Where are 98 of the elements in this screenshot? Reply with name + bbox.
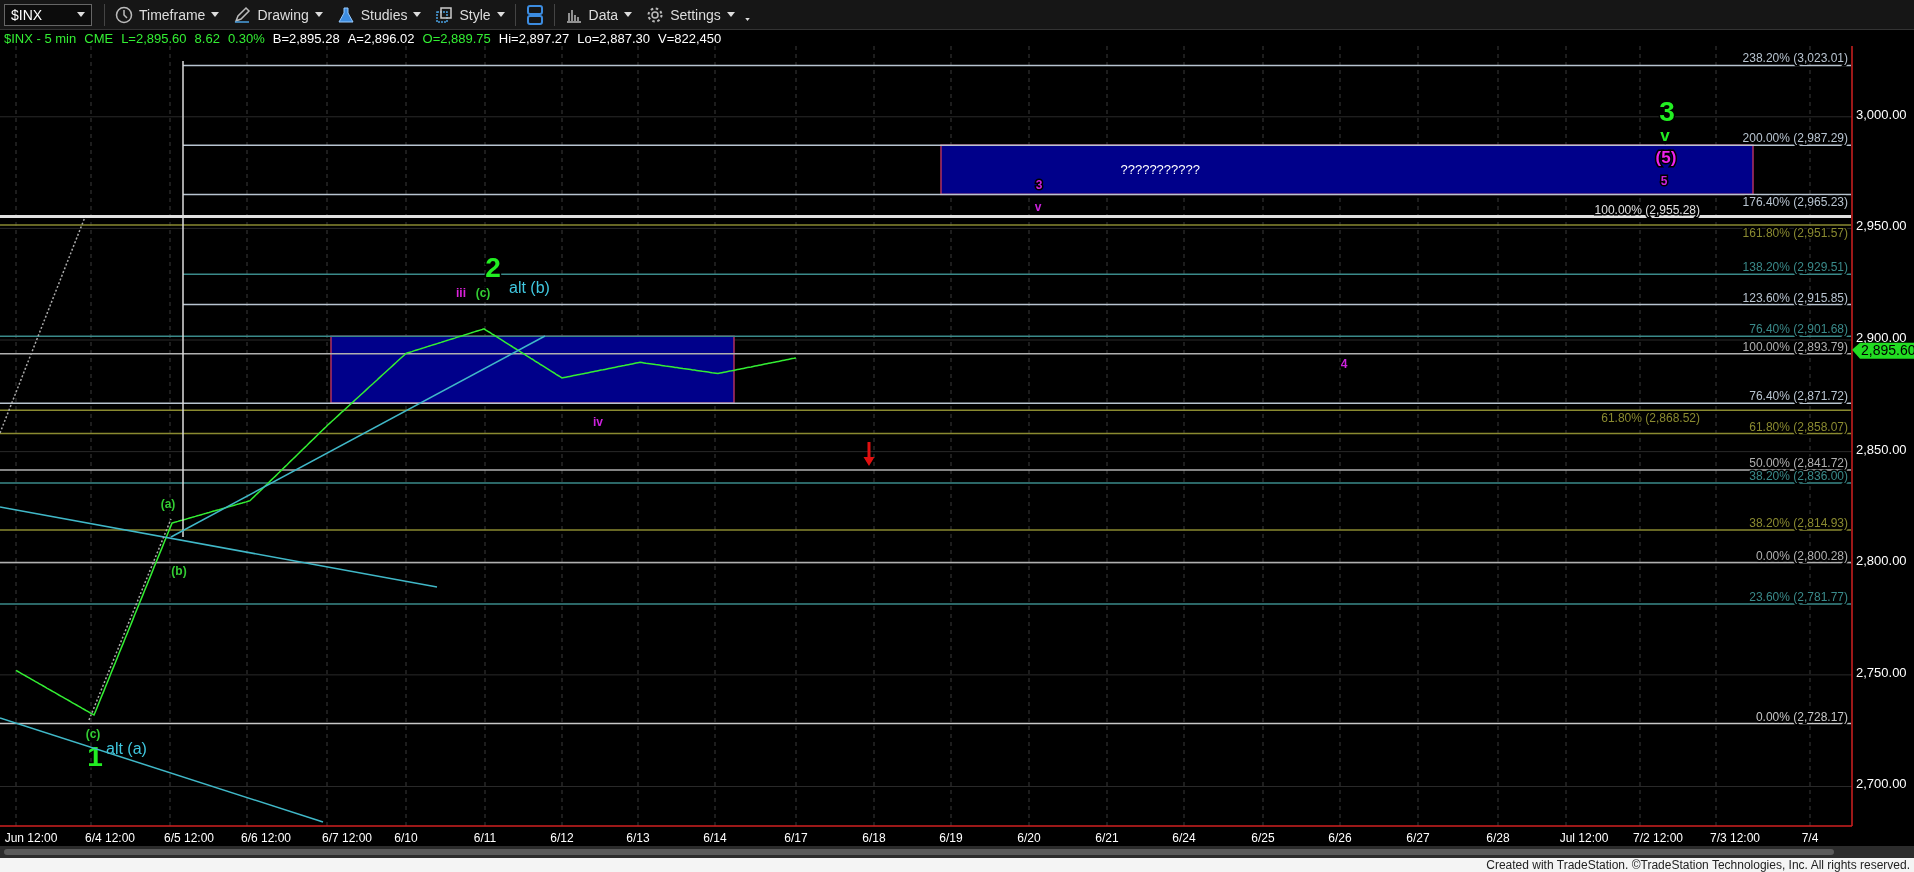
wave-label: (c) bbox=[475, 286, 491, 300]
wave-label: 3 bbox=[1659, 96, 1675, 127]
quote-value: 0.30% bbox=[227, 30, 265, 46]
y-axis-label: 2,800.00 bbox=[1856, 553, 1907, 569]
y-axis-label: 2,850.00 bbox=[1856, 441, 1907, 457]
down-arrow-icon bbox=[863, 442, 875, 466]
wave-label: v bbox=[1660, 126, 1670, 145]
x-axis-label: 6/10 bbox=[394, 831, 418, 845]
caret-icon[interactable] bbox=[496, 12, 505, 17]
studies-menu[interactable]: Studies bbox=[332, 2, 426, 27]
fib-label: 176.40% (2,965.23) bbox=[1742, 195, 1848, 210]
data-menu[interactable]: Data bbox=[560, 2, 637, 27]
fib-label: 23.60% (2,781.77) bbox=[1749, 589, 1848, 604]
wave-label: alt (b) bbox=[509, 279, 550, 296]
squares-icon bbox=[435, 5, 454, 24]
wave-label: 1 bbox=[87, 741, 103, 772]
quote-value: O=2,889.75 bbox=[422, 30, 491, 46]
wave-label: (c) bbox=[85, 727, 101, 741]
x-axis-label: 6/28 bbox=[1486, 831, 1510, 845]
x-axis-label: 6/17 bbox=[784, 831, 808, 845]
caret-icon[interactable] bbox=[77, 12, 85, 17]
flask-icon bbox=[336, 5, 355, 24]
x-axis-label: 6/11 bbox=[473, 831, 497, 845]
drawing-menu[interactable]: Drawing bbox=[229, 2, 327, 27]
pencil-icon bbox=[233, 5, 252, 24]
y-axis-label: 2,750.00 bbox=[1856, 664, 1907, 680]
wave-label: v bbox=[1034, 200, 1042, 214]
quote-value: A=2,896.02 bbox=[347, 30, 415, 46]
fib-label: 238.20% (3,023.01) bbox=[1742, 51, 1848, 66]
wave-label: (b) bbox=[171, 564, 187, 578]
x-axis-label: 6/13 bbox=[626, 831, 650, 845]
wave-label: iii bbox=[456, 286, 466, 300]
y-axis-label: 3,000.00 bbox=[1856, 106, 1907, 122]
x-axis-label: 6/27 bbox=[1406, 831, 1430, 845]
quote-value: 8.62 bbox=[194, 30, 220, 46]
wave-label: iv bbox=[593, 415, 603, 429]
wave-label: 3 bbox=[1035, 178, 1043, 192]
fib-label: 50.00% (2,841.72) bbox=[1749, 456, 1848, 471]
caret-icon[interactable] bbox=[211, 12, 220, 17]
copyright-note: Created with TradeStation. ©TradeStation Technologies, Inc. All rights reserved. bbox=[1486, 858, 1910, 872]
caret-icon[interactable] bbox=[314, 12, 323, 17]
wave-label: 4 bbox=[1340, 357, 1348, 371]
fib-label: 100.00% (2,893.79) bbox=[1742, 339, 1848, 354]
fib-label: 61.80% (2,868.52) bbox=[1601, 411, 1700, 426]
caret-icon[interactable] bbox=[624, 12, 633, 17]
wave-label: (5) bbox=[1655, 148, 1677, 167]
x-axis-label: 6/24 bbox=[1172, 831, 1196, 845]
x-axis-label: 6/19 bbox=[939, 831, 963, 845]
x-axis-label: 6/6 12:00 bbox=[241, 831, 291, 845]
x-axis-label: 6/14 bbox=[703, 831, 727, 845]
quote-value: L=2,895.60 bbox=[121, 30, 187, 46]
layout-icon[interactable] bbox=[525, 3, 544, 26]
fib-label: 76.40% (2,901.68) bbox=[1749, 322, 1848, 337]
fib-label: 0.00% (2,728.17) bbox=[1755, 709, 1848, 724]
fib-label: 200.00% (2,987.29) bbox=[1742, 131, 1848, 146]
fib-label: 100.00% (2,955.28) bbox=[1594, 202, 1700, 217]
x-axis-label: Jul 12:00 bbox=[1559, 831, 1609, 845]
symbol-dropdown[interactable]: $INX bbox=[4, 3, 92, 26]
style-menu[interactable]: Style bbox=[431, 2, 509, 27]
fib-label: 61.80% (2,858.07) bbox=[1749, 419, 1848, 434]
fib-label: 138.20% (2,929.51) bbox=[1742, 260, 1848, 275]
caret-icon[interactable] bbox=[744, 18, 750, 21]
quote-value: Hi=2,897.27 bbox=[498, 30, 570, 46]
x-axis-label: 6/20 bbox=[1017, 831, 1041, 845]
wave-label: alt (a) bbox=[106, 740, 147, 757]
zone-label: ??????????? bbox=[1120, 161, 1200, 177]
scrollbar[interactable] bbox=[0, 846, 1914, 858]
x-axis-label: 7/2 12:00 bbox=[1633, 831, 1683, 845]
quote-value: Lo=2,887.30 bbox=[577, 30, 650, 46]
quote-value: B=2,895.28 bbox=[272, 30, 340, 46]
x-axis-label: 6/21 bbox=[1095, 831, 1119, 845]
caret-icon[interactable] bbox=[413, 12, 422, 17]
wave-label: (a) bbox=[160, 497, 176, 511]
fib-label: 161.80% (2,951.57) bbox=[1742, 225, 1848, 240]
x-axis-label: 6/25 bbox=[1251, 831, 1275, 845]
x-axis-label: 6/7 12:00 bbox=[322, 831, 372, 845]
x-axis-label: 6/18 bbox=[862, 831, 886, 845]
quote-value: $INX - 5 min bbox=[4, 30, 77, 46]
y-axis-label: 2,700.00 bbox=[1856, 776, 1907, 792]
quote-value: V=822,450 bbox=[657, 30, 722, 46]
x-axis-label: 6/12 bbox=[550, 831, 574, 845]
quote-value: CME bbox=[84, 30, 114, 46]
x-axis-label: 7/3 12:00 bbox=[1710, 831, 1760, 845]
wave-label: 5 bbox=[1660, 174, 1668, 188]
x-axis-label: 7/4 bbox=[1801, 831, 1819, 845]
x-axis-label: Jun 12:00 bbox=[4, 831, 58, 845]
fib-label: 38.20% (2,814.93) bbox=[1749, 515, 1848, 530]
timeframe-menu[interactable]: Timeframe bbox=[111, 2, 224, 27]
x-axis-label: 6/4 12:00 bbox=[85, 831, 135, 845]
x-axis-label: 6/5 12:00 bbox=[164, 831, 214, 845]
clock-icon bbox=[115, 5, 133, 24]
fib-label: 76.40% (2,871.72) bbox=[1749, 389, 1848, 404]
fib-label: 123.60% (2,915.85) bbox=[1742, 290, 1848, 305]
fib-label: 0.00% (2,800.28) bbox=[1755, 548, 1848, 563]
settings-icon bbox=[646, 5, 665, 24]
x-axis-label: 6/26 bbox=[1328, 831, 1352, 845]
settings-menu[interactable]: Settings bbox=[642, 2, 739, 27]
y-axis-label: 2,950.00 bbox=[1856, 218, 1907, 234]
